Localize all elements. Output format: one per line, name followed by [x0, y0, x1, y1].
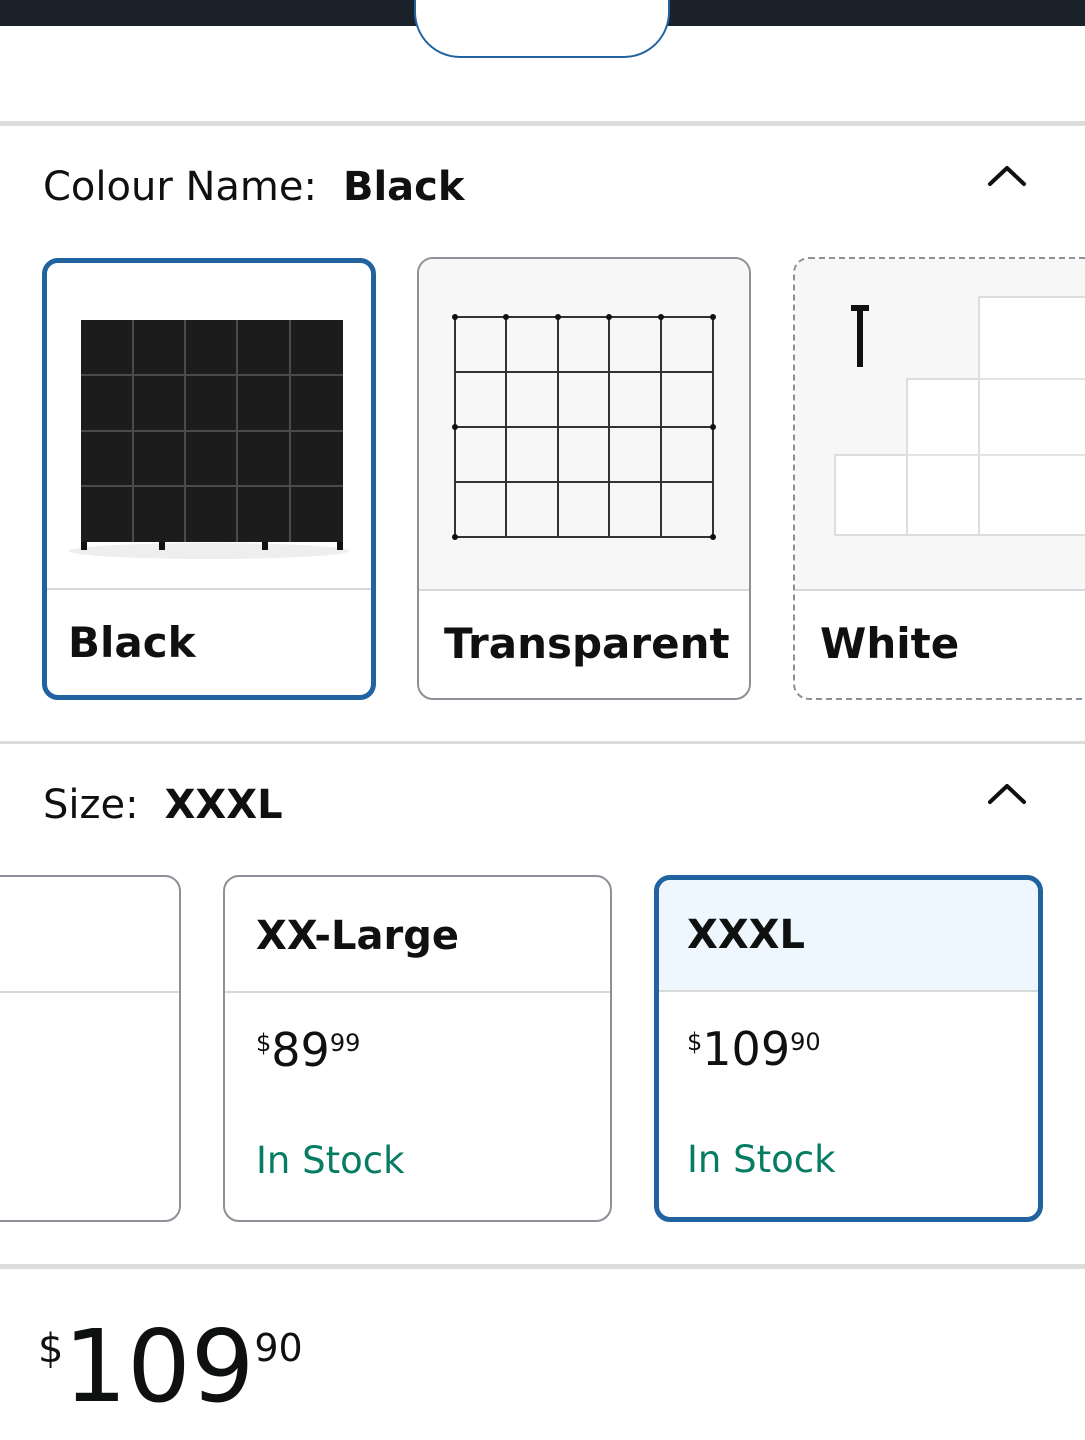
- size-option-header: XXXL: [659, 880, 1038, 992]
- stock-status: In Stock: [687, 1138, 836, 1181]
- price-whole: 89: [271, 1023, 330, 1077]
- size-header: Size: XXXL: [43, 782, 283, 828]
- colour-selected-value: Black: [342, 164, 465, 210]
- size-option-xx-large[interactable]: XX-Large $8999 In Stock: [223, 875, 612, 1222]
- colour-swatch-black[interactable]: Black: [42, 258, 376, 700]
- swatch-image-white: [795, 259, 1085, 591]
- price-currency: $: [38, 1326, 64, 1372]
- swatch-label-white: White: [820, 619, 960, 668]
- colour-swatch-transparent[interactable]: Transparent: [417, 257, 751, 700]
- price-whole: 109: [63, 1308, 255, 1425]
- colour-label: Colour Name:: [43, 164, 317, 210]
- price-whole: 109: [702, 1022, 791, 1076]
- size-option-name: XX-Large: [256, 913, 459, 959]
- size-option-header: [0, 877, 179, 993]
- view-in-3d-button[interactable]: [414, 0, 670, 58]
- price-fraction: 90: [254, 1326, 303, 1370]
- price-currency: $: [687, 1028, 703, 1056]
- swatch-label-black: Black: [68, 618, 196, 667]
- colour-header: Colour Name: Black: [43, 164, 465, 210]
- swatch-image-transparent: [419, 259, 749, 591]
- size-option-header: XX-Large: [225, 877, 610, 993]
- swatch-image-black: [47, 263, 371, 590]
- size-option-xxxl[interactable]: XXXL $10990 In Stock: [654, 875, 1043, 1222]
- swatch-label-transparent: Transparent: [444, 619, 730, 668]
- size-option-partial[interactable]: [0, 875, 181, 1222]
- section-divider: [0, 1264, 1085, 1269]
- section-divider: [0, 741, 1085, 744]
- price-fraction: 90: [790, 1028, 821, 1056]
- size-option-price: $8999: [256, 1023, 360, 1077]
- price-currency: $: [256, 1029, 272, 1057]
- size-option-name: XXXL: [687, 912, 806, 958]
- chevron-up-icon[interactable]: [987, 163, 1027, 187]
- current-price: $10990: [38, 1312, 303, 1422]
- colour-swatch-white[interactable]: White: [793, 257, 1085, 700]
- size-label: Size:: [43, 782, 139, 828]
- chevron-up-icon[interactable]: [987, 781, 1027, 805]
- stock-status: In Stock: [256, 1139, 405, 1182]
- section-divider: [0, 121, 1085, 126]
- size-option-price: $10990: [687, 1022, 821, 1076]
- price-fraction: 99: [329, 1029, 361, 1057]
- size-selected-value: XXXL: [164, 782, 283, 828]
